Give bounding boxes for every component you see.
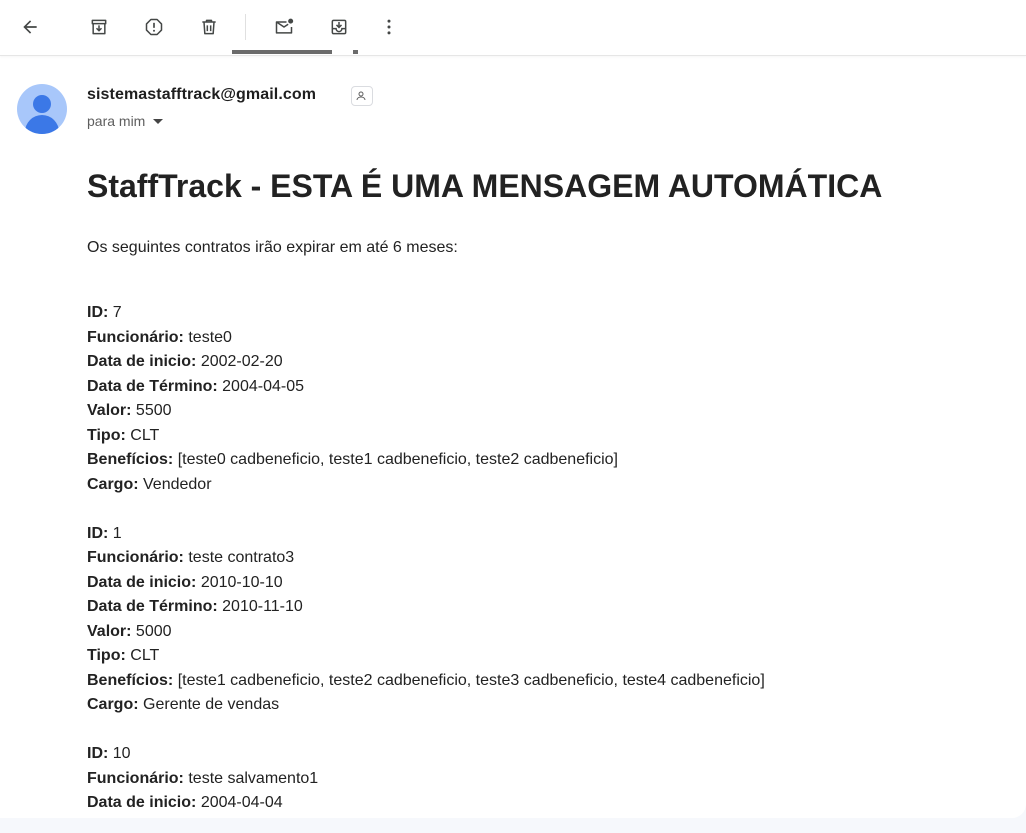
- contract-field: Benefícios: [teste1 cadbeneficio, teste2…: [87, 669, 765, 694]
- contract-field-label: Cargo:: [87, 696, 139, 713]
- chevron-down-icon: [153, 119, 164, 124]
- email-view: sistemastafftrack@gmail.com para mim Sta…: [0, 0, 1026, 818]
- contract-field-label: Benefícios:: [87, 671, 174, 689]
- recipient-details-toggle[interactable]: para mim: [87, 113, 164, 129]
- move-to-inbox-icon: [331, 19, 347, 35]
- contract-field-label: Data de inicio:: [87, 573, 197, 591]
- email-intro: Os seguintes contratos irão expirar em a…: [87, 239, 458, 256]
- contract-field-label: Valor:: [87, 402, 132, 419]
- contract-field-value: 2004-04-05: [222, 377, 304, 395]
- contact-card-button[interactable]: [351, 86, 373, 106]
- contract-field: Tipo: CLT: [87, 644, 765, 669]
- trash-icon: [202, 19, 216, 35]
- contract-field: ID: 10: [87, 742, 765, 767]
- contract-field-value: teste salvamento1: [188, 769, 319, 787]
- contract-field-value: 5000: [135, 622, 172, 640]
- contract-field: Data de Término: 2010-11-10: [87, 595, 765, 620]
- avatar-head: [33, 95, 51, 113]
- toolbar-separator: [245, 14, 246, 40]
- contract-field-label: Data de inicio:: [87, 353, 197, 370]
- contract-field: Cargo: Vendedor: [87, 473, 765, 498]
- contract-field: Cargo: Gerente de vendas: [87, 693, 765, 718]
- archive-icon: [91, 19, 107, 35]
- contract-block: ID: 7 Funcionário: teste0 Data de inicio: …: [87, 301, 765, 497]
- contract-field-label: Funcionário:: [87, 769, 184, 787]
- contract-field: Valor: 5500: [87, 399, 765, 424]
- contract-field: Funcionário: teste salvamento1: [87, 767, 765, 792]
- person-icon: [356, 91, 366, 101]
- delete-button[interactable]: [189, 7, 229, 47]
- email-heading: StaffTrack - ESTA É UMA MENSAGEM AUTOMÁT…: [87, 168, 883, 204]
- contract-field-value: CLT: [130, 426, 160, 444]
- mark-unread-button[interactable]: [264, 7, 304, 47]
- contract-field: ID: 1: [87, 522, 765, 547]
- contract-field-value: 10: [112, 745, 131, 762]
- archive-button[interactable]: [79, 7, 119, 47]
- contract-field-label: ID:: [87, 745, 109, 762]
- contracts-list: ID: 7 Funcionário: teste0 Data de inicio: …: [87, 301, 765, 818]
- more-options-button[interactable]: [369, 7, 409, 47]
- contract-field-value: 7: [112, 304, 122, 321]
- contract-field-value: 2010-10-10: [200, 573, 283, 591]
- contract-field-label: Tipo:: [87, 647, 126, 664]
- arrow-left-icon: [23, 20, 37, 34]
- contract-field-label: Tipo:: [87, 426, 126, 444]
- contract-field-value: Gerente de vendas: [143, 696, 280, 713]
- contract-field: Data de Término: 2004-04-05: [87, 375, 765, 400]
- contract-field-label: Funcionário:: [87, 328, 184, 346]
- contract-field-label: ID:: [87, 304, 109, 321]
- contract-field: Valor: 5000: [87, 620, 765, 645]
- contract-field: Funcionário: teste contrato3: [87, 546, 765, 571]
- contract-field: Benefícios: [teste0 cadbeneficio, teste1…: [87, 448, 765, 473]
- contract-field-value: 5500: [135, 402, 172, 419]
- contract-field-value: [teste0 cadbeneficio, teste1 cadbenefici…: [177, 451, 618, 468]
- sender-avatar[interactable]: [17, 84, 67, 134]
- contract-field-label: Data de Término:: [87, 377, 218, 395]
- contract-field-label: ID:: [87, 524, 109, 542]
- back-button[interactable]: [10, 7, 50, 47]
- sender-address[interactable]: sistemastafftrack@gmail.com: [87, 86, 316, 104]
- avatar-body: [25, 115, 59, 134]
- report-spam-button[interactable]: [134, 7, 174, 47]
- contract-field: Data de inicio: 2002-02-20: [87, 350, 765, 375]
- contract-field-value: 2002-02-20: [200, 353, 283, 370]
- contract-field-value: CLT: [130, 647, 160, 664]
- mark-unread-icon: [275, 18, 294, 34]
- clipped-subject-fragment: [232, 50, 332, 54]
- contract-field-label: Valor:: [87, 622, 132, 640]
- contract-field: Data de inicio: 2010-10-10: [87, 571, 765, 596]
- contract-field-value: teste0: [188, 328, 232, 346]
- contract-field: ID: 7: [87, 301, 765, 326]
- contract-field-value: 2010-11-10: [222, 598, 303, 615]
- more-vert-icon: [387, 19, 391, 35]
- contract-field: Tipo: CLT: [87, 424, 765, 449]
- contract-field: Data de inicio: 2004-04-04: [87, 791, 765, 816]
- contract-field-value: [teste1 cadbeneficio, teste2 cadbenefici…: [177, 671, 765, 689]
- report-spam-icon: [145, 18, 163, 36]
- contract-field-value: 2004-04-04: [200, 794, 283, 811]
- toolbar: [0, 0, 1026, 56]
- contract-field-value: Vendedor: [143, 475, 212, 493]
- contract-field-value: teste contrato3: [188, 549, 295, 566]
- move-to-button[interactable]: [319, 7, 359, 47]
- contract-field: Funcionário: teste0: [87, 326, 765, 351]
- contract-block: ID: 10 Funcionário: teste salvamento1 Data…: [87, 742, 765, 816]
- contract-field-value: 1: [112, 524, 122, 542]
- contract-field-label: Benefícios:: [87, 451, 174, 468]
- clipped-subject-fragment: [353, 50, 358, 54]
- contract-field-label: Cargo:: [87, 475, 139, 493]
- contract-block: ID: 1 Funcionário: teste contrato3 Data de…: [87, 522, 765, 718]
- recipient-label: para mim: [87, 113, 146, 129]
- contract-field-label: Data de Término:: [87, 598, 218, 615]
- contract-field-label: Data de inicio:: [87, 794, 197, 811]
- contract-field-label: Funcionário:: [87, 549, 184, 566]
